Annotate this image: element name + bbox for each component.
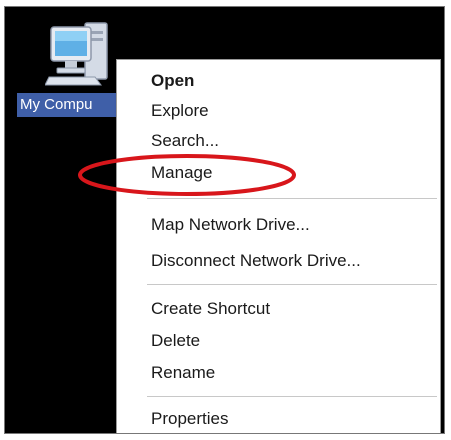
menu-item-open[interactable]: Open	[117, 66, 440, 96]
menu-separator	[147, 396, 437, 397]
menu-separator	[147, 198, 437, 199]
menu-item-delete[interactable]: Delete	[117, 326, 440, 356]
my-computer-icon	[45, 22, 108, 86]
menu-separator	[147, 284, 437, 285]
desktop-icon-my-computer[interactable]: My Compu	[17, 13, 121, 123]
menu-item-rename[interactable]: Rename	[117, 358, 440, 388]
menu-item-search[interactable]: Search...	[117, 126, 440, 156]
menu-item-properties[interactable]: Properties	[117, 404, 440, 433]
menu-item-explore[interactable]: Explore	[117, 96, 440, 126]
screenshot-frame: My Compu Open Explore Search... Manage M…	[4, 6, 445, 434]
menu-item-disconnect-network-drive[interactable]: Disconnect Network Drive...	[117, 246, 440, 276]
context-menu: Open Explore Search... Manage Map Networ…	[116, 59, 441, 433]
menu-item-map-network-drive[interactable]: Map Network Drive...	[117, 210, 440, 240]
desktop-icon-label: My Compu	[17, 93, 121, 117]
menu-item-manage[interactable]: Manage	[117, 158, 440, 188]
menu-item-create-shortcut[interactable]: Create Shortcut	[117, 294, 440, 324]
